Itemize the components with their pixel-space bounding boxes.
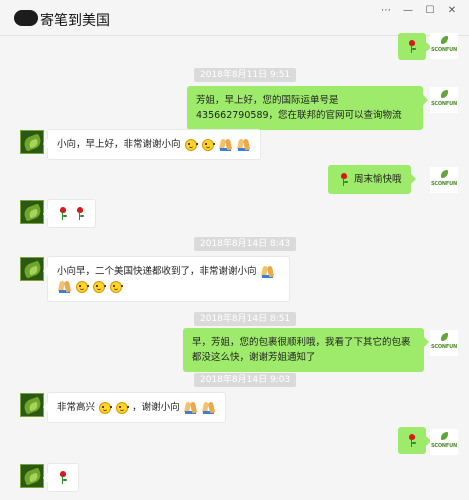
timestamp: 2018年8月14日 9:03 — [194, 373, 297, 387]
smile-icon — [76, 280, 90, 293]
pray-icon — [202, 402, 215, 414]
timestamp: 2018年8月14日 8:51 — [194, 312, 297, 326]
pray-icon — [261, 266, 274, 278]
avatar-brand: SCONFUN — [431, 344, 457, 350]
more-icon[interactable]: ⋯ — [375, 4, 397, 18]
sender-avatar[interactable]: SCONFUN — [430, 330, 458, 356]
message-text: 小向，早上好，非常谢谢小向 — [57, 139, 181, 150]
message-text: ，谢谢小向 — [132, 402, 180, 413]
message-bubble-received[interactable]: 非常高兴 ，谢谢小向 — [43, 392, 226, 423]
timestamp: 2018年8月14日 8:43 — [194, 237, 297, 251]
smile-icon — [99, 401, 113, 414]
message-bubble-sent[interactable]: 周末愉快哦 — [328, 165, 416, 194]
rose-icon — [58, 207, 68, 220]
contact-avatar[interactable] — [20, 200, 44, 224]
message-text: 小向早，二个美国快递都收到了，非常谢谢小向 — [57, 266, 257, 277]
rose-icon — [75, 207, 85, 220]
smile-icon — [93, 280, 107, 293]
sprout-icon — [441, 333, 448, 341]
message-bubble-sent[interactable]: 芳姐，早上好，您的国际运单号是435662790589，您在联邦的官网可以查询物… — [187, 86, 428, 130]
smile-icon — [184, 138, 198, 151]
message-bubble-received[interactable] — [43, 463, 79, 492]
pray-icon — [184, 402, 197, 414]
contact-avatar[interactable] — [20, 130, 44, 154]
message-bubble-sent[interactable]: 早，芳姐，您的包裹很顺利哦，我看了下其它的包裹都没这么快，谢谢芳姐通知了 — [183, 328, 429, 372]
rose-icon — [339, 173, 349, 186]
minimize-icon[interactable]: — — [397, 4, 419, 18]
pray-icon — [219, 139, 232, 151]
maximize-icon[interactable]: ☐ — [419, 4, 441, 18]
rose-icon — [58, 471, 68, 484]
rose-icon — [407, 434, 417, 447]
contact-avatar[interactable] — [20, 464, 44, 488]
rose-icon — [407, 40, 417, 53]
sprout-icon — [441, 36, 448, 44]
pray-icon — [237, 139, 250, 151]
sender-avatar[interactable]: SCONFUN — [430, 33, 458, 59]
sprout-icon — [441, 90, 448, 98]
message-text: 周末愉快哦 — [354, 174, 402, 185]
sender-avatar[interactable]: SCONFUN — [430, 87, 458, 113]
avatar-brand: SCONFUN — [431, 101, 457, 107]
message-bubble-sent[interactable] — [398, 427, 431, 454]
message-bubble-received[interactable] — [42, 199, 97, 228]
sender-avatar[interactable]: SCONFUN — [430, 429, 458, 455]
contact-avatar[interactable] — [20, 257, 44, 281]
message-text: 非常高兴 — [57, 402, 96, 413]
message-bubble-sent[interactable] — [398, 33, 431, 60]
avatar-brand: SCONFUN — [431, 181, 457, 187]
window-controls: ⋯ — ☐ ✕ — [375, 4, 463, 18]
sprout-icon — [441, 432, 448, 440]
smile-icon — [201, 138, 215, 151]
avatar-brand: SCONFUN — [431, 47, 457, 53]
message-bubble-received[interactable]: 小向，早上好，非常谢谢小向 — [43, 129, 261, 160]
redacted-name — [14, 10, 38, 26]
title-bar: 寄笔到美国 ⋯ — ☐ ✕ — [0, 0, 469, 36]
chat-area[interactable]: SCONFUN 2018年8月11日 9:51 芳姐，早上好，您的国际运单号是4… — [0, 33, 469, 500]
timestamp: 2018年8月11日 9:51 — [194, 68, 297, 82]
chat-title: 寄笔到美国 — [40, 13, 110, 29]
sprout-icon — [441, 170, 448, 178]
message-bubble-received[interactable]: 小向早，二个美国快递都收到了，非常谢谢小向 — [43, 256, 290, 302]
smile-icon — [110, 280, 124, 293]
contact-avatar[interactable] — [20, 393, 44, 417]
avatar-brand: SCONFUN — [431, 443, 457, 449]
pray-icon — [58, 281, 71, 293]
smile-icon — [116, 401, 130, 414]
sender-avatar[interactable]: SCONFUN — [430, 167, 458, 193]
close-icon[interactable]: ✕ — [441, 4, 463, 18]
